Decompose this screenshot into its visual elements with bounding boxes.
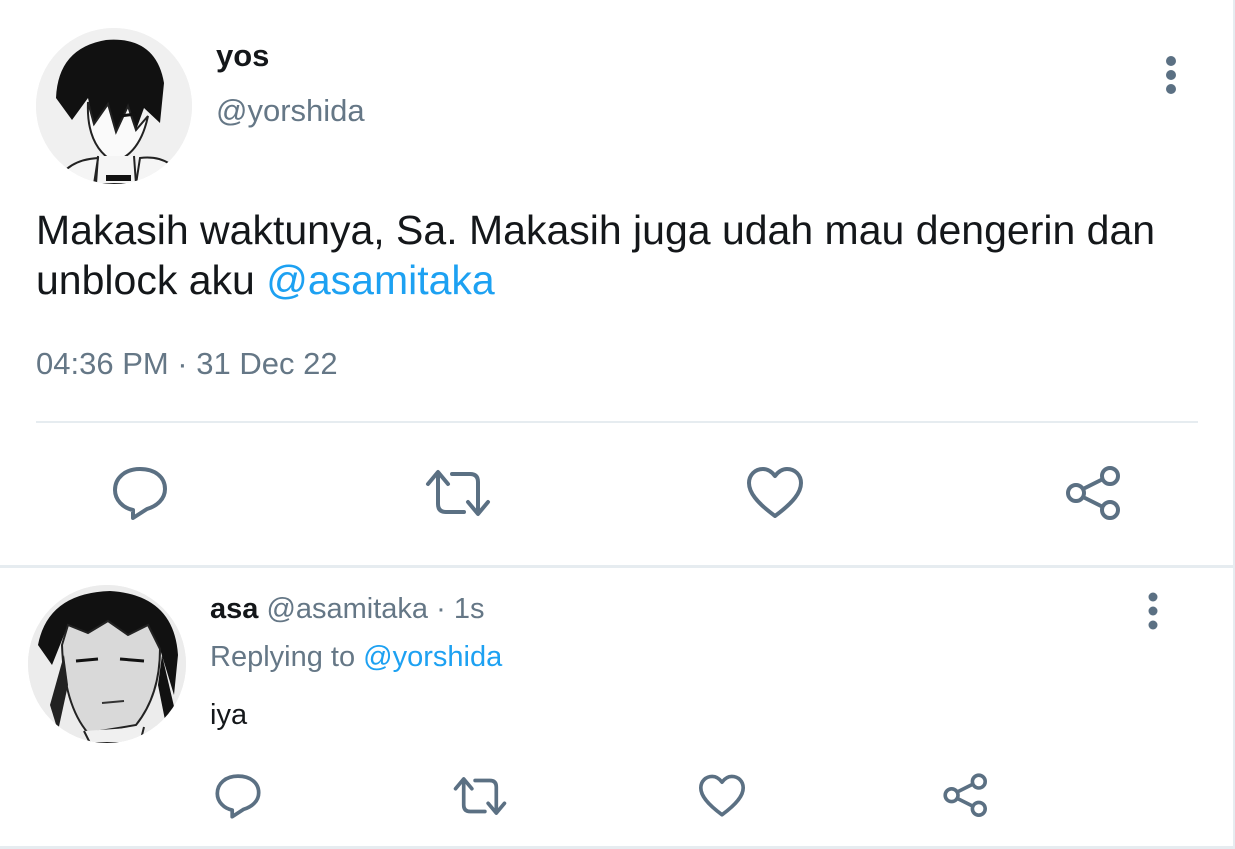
share-icon [943, 773, 987, 817]
tweet-text: Makasih waktunya, Sa. Makasih juga udah … [36, 205, 1176, 305]
more-options-button[interactable] [1141, 592, 1165, 632]
mention-link[interactable]: @asamitaka [266, 257, 494, 303]
retweet-button[interactable] [424, 466, 492, 525]
main-tweet: yos @yorshida Makasih waktunya, Sa. Maka… [0, 0, 1235, 565]
like-button[interactable] [746, 466, 804, 525]
replying-to-link[interactable]: @yorshida [363, 641, 502, 673]
share-icon [1066, 466, 1120, 520]
replying-to-label: Replying to [210, 641, 364, 673]
retweet-button[interactable] [452, 774, 508, 823]
avatar[interactable] [28, 585, 186, 743]
replying-to: Replying to @yorshida [210, 641, 502, 674]
reply-header: asa @asamitaka · 1s [210, 593, 484, 626]
more-vertical-icon [1166, 56, 1176, 94]
reply-button[interactable] [214, 772, 262, 825]
user-handle[interactable]: @yorshida [216, 93, 365, 129]
share-button[interactable] [942, 772, 990, 825]
reply-tweet[interactable]: asa @asamitaka · 1s Replying to @yorshid… [0, 568, 1235, 849]
display-name[interactable]: asa [210, 593, 258, 625]
tweet-body: Makasih waktunya, Sa. Makasih juga udah … [36, 207, 1156, 303]
divider [36, 421, 1198, 423]
avatar[interactable] [36, 28, 192, 184]
avatar-illustration [36, 28, 192, 184]
reply-text: iya [210, 699, 248, 731]
display-name[interactable]: yos [216, 38, 269, 74]
avatar-illustration [28, 585, 186, 743]
share-button[interactable] [1064, 464, 1124, 529]
retweet-icon [453, 777, 507, 815]
reply-icon [113, 467, 167, 520]
reply-button[interactable] [111, 464, 169, 527]
like-button[interactable] [698, 774, 746, 823]
more-vertical-icon [1148, 592, 1158, 630]
reply-icon [215, 774, 261, 819]
user-handle-and-time[interactable]: @asamitaka · 1s [258, 593, 484, 625]
tweet-timestamp[interactable]: 04:36 PM · 31 Dec 22 [36, 346, 338, 382]
heart-icon [747, 467, 803, 518]
heart-icon [698, 774, 746, 817]
more-options-button[interactable] [1158, 56, 1184, 96]
retweet-icon [426, 470, 490, 516]
